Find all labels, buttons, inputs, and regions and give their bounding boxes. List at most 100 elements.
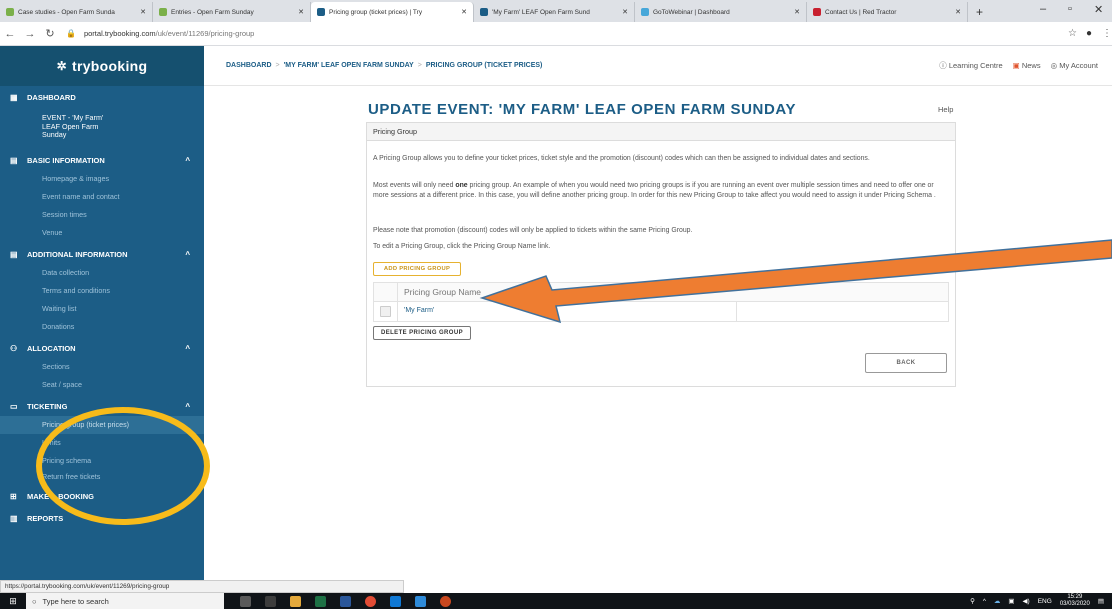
leaf-favicon-icon xyxy=(159,8,167,16)
browser-tab[interactable]: 'My Farm' LEAF Open Farm Sund ✕ xyxy=(474,2,635,22)
paragraph-bold-text: one xyxy=(455,182,468,189)
people-tray-icon[interactable]: ⚲ xyxy=(970,597,975,605)
close-window-button[interactable]: ✕ xyxy=(1094,3,1103,16)
browser-tab[interactable]: Case studies - Open Farm Sunda ✕ xyxy=(0,2,153,22)
browser-tab-strip: Case studies - Open Farm Sunda ✕ Entries… xyxy=(0,0,1112,22)
close-tab-icon[interactable]: ✕ xyxy=(298,8,304,16)
news-label: News xyxy=(1021,61,1041,70)
new-tab-button[interactable]: + xyxy=(968,2,991,22)
star-bookmark-icon[interactable]: ☆ xyxy=(1068,28,1077,39)
learning-centre-link[interactable]: ⓘ Learning Centre xyxy=(939,60,1002,71)
mic-icon[interactable] xyxy=(240,595,251,607)
sidebar-section-additional-information[interactable]: ▤ ADDITIONAL INFORMATION ^ xyxy=(0,246,204,264)
close-tab-icon[interactable]: ✕ xyxy=(794,8,800,16)
clock[interactable]: 15:29 03/03/2020 xyxy=(1060,594,1090,608)
top-navigation: DASHBOARD > 'MY FARM' LEAF OPEN FARM SUN… xyxy=(204,46,1112,86)
menu-kebab-icon[interactable]: ⋮ xyxy=(1102,28,1112,39)
browser-tab[interactable]: Contact Us | Red Tractor ✕ xyxy=(807,2,968,22)
people-icon: ⚇ xyxy=(10,344,18,353)
windows-start-icon[interactable]: ⊞ xyxy=(0,596,26,607)
sidebar-item-terms[interactable]: Terms and conditions xyxy=(0,282,204,300)
sidebar-item-pricing-group[interactable]: Pricing group (ticket prices) xyxy=(0,415,204,434)
sidebar-item-event-name[interactable]: Event name and contact xyxy=(0,188,204,206)
browser-tab[interactable]: GoToWebinar | Dashboard ✕ xyxy=(635,2,807,22)
chevron-up-tray-icon[interactable]: ^ xyxy=(983,598,986,605)
onedrive-icon[interactable]: ☁ xyxy=(994,597,1001,605)
close-tab-icon[interactable]: ✕ xyxy=(622,8,628,16)
network-icon[interactable]: ▣ xyxy=(1008,597,1014,605)
minimize-window-button[interactable]: – xyxy=(1040,3,1046,15)
forward-arrow-icon[interactable]: → xyxy=(20,28,40,40)
sidebar-item-waiting-list[interactable]: Waiting list xyxy=(0,300,204,318)
column-header-pricing-group-name: Pricing Group Name xyxy=(404,287,482,297)
add-pricing-group-button[interactable]: ADD PRICING GROUP xyxy=(373,262,461,276)
sidebar-event-link[interactable]: EVENT - 'My Farm' LEAF Open Farm Sunday xyxy=(0,106,204,148)
close-tab-icon[interactable]: ✕ xyxy=(140,8,146,16)
breadcrumb-dashboard[interactable]: DASHBOARD xyxy=(226,62,272,69)
notifications-icon[interactable]: ▤ xyxy=(1098,597,1104,605)
sidebar-item-dashboard[interactable]: ▦ DASHBOARD xyxy=(0,88,204,106)
profile-icon[interactable]: ● xyxy=(1086,28,1092,39)
maximize-window-button[interactable]: ▫ xyxy=(1068,3,1072,15)
page-title: UPDATE EVENT: 'MY FARM' LEAF OPEN FARM S… xyxy=(368,101,797,118)
task-view-icon[interactable] xyxy=(265,595,276,607)
close-tab-icon[interactable]: ✕ xyxy=(461,8,467,16)
sidebar-section-ticketing[interactable]: ▭ TICKETING ^ xyxy=(0,398,204,416)
sidebar-item-make-booking[interactable]: ⊞ MAKE A BOOKING xyxy=(0,488,204,506)
sidebar-item-reports[interactable]: ▥ REPORTS xyxy=(0,510,204,528)
reload-icon[interactable]: ↻ xyxy=(40,27,60,40)
sidebar-item-return-free-tickets[interactable]: Return free tickets xyxy=(0,470,204,484)
chrome-icon[interactable] xyxy=(365,595,376,607)
sidebar-item-seat-space[interactable]: Seat / space xyxy=(0,376,204,394)
sidebar-item-homepage[interactable]: Homepage & images xyxy=(0,170,204,188)
taskbar-search-box[interactable]: ○ Type here to search xyxy=(26,593,224,609)
breadcrumb-event[interactable]: 'MY FARM' LEAF OPEN FARM SUNDAY xyxy=(284,62,414,69)
news-link[interactable]: ▣ News xyxy=(1013,61,1041,70)
tab-title: Pricing group (ticket prices) | Try xyxy=(329,8,423,16)
photos-icon[interactable] xyxy=(415,595,426,607)
sidebar-item-venue[interactable]: Venue xyxy=(0,224,204,242)
sidebar-item-sections[interactable]: Sections xyxy=(0,358,204,376)
browser-tab[interactable]: Entries - Open Farm Sunday ✕ xyxy=(153,2,311,22)
row-checkbox[interactable] xyxy=(380,306,391,317)
pricing-group-name-link[interactable]: 'My Farm' xyxy=(404,307,434,314)
close-tab-icon[interactable]: ✕ xyxy=(955,8,961,16)
sidebar-section-title: ADDITIONAL INFORMATION xyxy=(27,250,128,259)
url-field[interactable]: portal.trybooking.com/uk/event/11269/pri… xyxy=(84,29,254,38)
help-link[interactable]: Help xyxy=(938,105,953,114)
sidebar-item-session-times[interactable]: Session times xyxy=(0,206,204,224)
chevron-up-icon: ^ xyxy=(185,250,190,259)
panel-header: Pricing Group xyxy=(367,123,955,141)
file-explorer-icon[interactable] xyxy=(290,595,301,607)
sidebar-item-pricing-schema[interactable]: Pricing schema xyxy=(0,452,204,470)
browser-tab-active[interactable]: Pricing group (ticket prices) | Try ✕ xyxy=(311,2,474,22)
tab-title: Contact Us | Red Tractor xyxy=(825,8,897,16)
trybooking-logo[interactable]: ✲ trybooking xyxy=(0,46,204,86)
volume-icon[interactable]: ◀) xyxy=(1023,597,1030,605)
sidebar-item-donations[interactable]: Donations xyxy=(0,318,204,336)
star-burst-icon: ✲ xyxy=(56,59,67,73)
trybooking-favicon-icon xyxy=(480,8,488,16)
powerpoint-icon[interactable] xyxy=(440,595,451,607)
excel-icon[interactable] xyxy=(315,595,326,607)
explanation-paragraph: Most events will only need one pricing g… xyxy=(373,181,947,200)
sidebar-section-allocation[interactable]: ⚇ ALLOCATION ^ xyxy=(0,340,204,358)
breadcrumb: DASHBOARD > 'MY FARM' LEAF OPEN FARM SUN… xyxy=(226,62,542,69)
sidebar-section-title: TICKETING xyxy=(27,402,68,411)
word-icon[interactable] xyxy=(340,595,351,607)
back-button[interactable]: BACK xyxy=(865,353,947,373)
question-circle-icon: ⓘ xyxy=(939,61,947,70)
sidebar-item-label: DASHBOARD xyxy=(27,92,76,102)
sidebar-item-label: REPORTS xyxy=(27,514,64,523)
language-indicator[interactable]: ENG xyxy=(1038,598,1052,605)
delete-pricing-group-button[interactable]: DELETE PRICING GROUP xyxy=(373,326,471,340)
event-line: Sunday xyxy=(42,130,67,139)
my-account-link[interactable]: ◎ My Account xyxy=(1051,61,1098,70)
list-icon: ▤ xyxy=(10,250,18,259)
sidebar-item-data-collection[interactable]: Data collection xyxy=(0,264,204,282)
note-paragraph: Please note that promotion (discount) co… xyxy=(373,227,693,234)
sidebar-item-limits[interactable]: Limits xyxy=(0,434,204,452)
back-arrow-icon[interactable]: ← xyxy=(0,28,20,40)
sidebar-section-basic-information[interactable]: ▤ BASIC INFORMATION ^ xyxy=(0,152,204,170)
outlook-icon[interactable] xyxy=(390,595,401,607)
